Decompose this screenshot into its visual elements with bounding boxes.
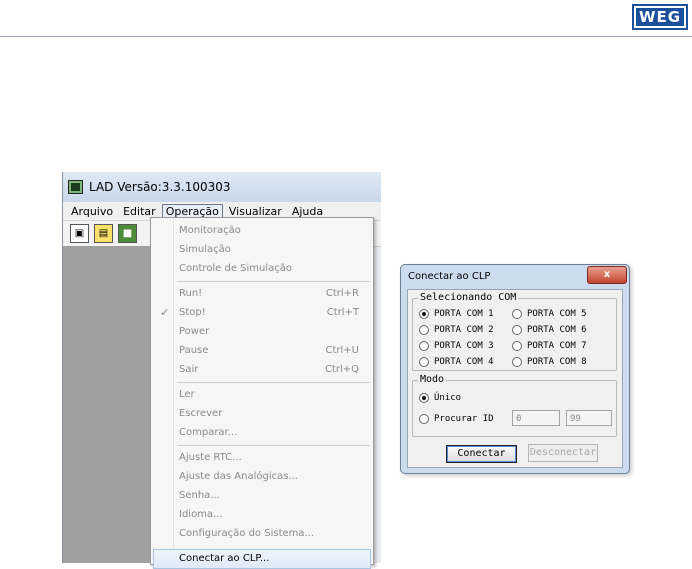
mode-group: Modo Único Procurar ID 0 99	[412, 374, 617, 437]
menu-item-label: Power	[179, 326, 210, 337]
radio-label: PORTA COM 3	[434, 341, 494, 351]
menu-item-label: Senha...	[179, 490, 220, 501]
weg-logo: WEG	[632, 4, 688, 30]
menu-item-shortcut: Ctrl+Q	[324, 364, 359, 375]
radio-porta-com-4[interactable]: PORTA COM 4	[419, 357, 494, 367]
menu-item-shortcut: Ctrl+R	[325, 288, 359, 299]
dialog-title: Conectar ao CLP	[408, 271, 491, 282]
radio-icon	[419, 325, 429, 335]
radio-procurar-id[interactable]: Procurar ID	[419, 414, 494, 424]
menu-item-label: Conectar ao CLP...	[179, 553, 270, 564]
menu-item-sair[interactable]: Sair Ctrl+Q	[151, 360, 373, 379]
menu-item-label: Pause	[179, 345, 209, 356]
radio-label: Procurar ID	[434, 414, 494, 424]
checkmark-icon: ✓	[160, 306, 170, 319]
menu-item-label: Ler	[179, 389, 195, 400]
radio-icon	[419, 309, 429, 319]
radio-icon	[419, 341, 429, 351]
menu-separator	[177, 281, 370, 282]
app-icon	[68, 180, 83, 194]
menu-item-label: Ajuste das Analógicas...	[179, 471, 298, 482]
radio-porta-com-1[interactable]: PORTA COM 1	[419, 309, 494, 319]
header-divider	[0, 36, 692, 37]
menu-item-label: Simulação	[179, 244, 231, 255]
menu-item-label: Stop!	[179, 307, 206, 318]
new-file-icon[interactable]: ▣	[70, 224, 89, 243]
radio-unico[interactable]: Único	[419, 393, 461, 403]
radio-icon	[419, 393, 429, 403]
menu-item-label: Controle de Simulação	[179, 263, 293, 274]
radio-label: PORTA COM 6	[527, 325, 587, 335]
menu-item-ajuste-analogicas[interactable]: Ajuste das Analógicas...	[151, 467, 373, 486]
menu-item-label: Ajuste RTC...	[179, 452, 242, 463]
radio-label: PORTA COM 1	[434, 309, 494, 319]
menu-separator	[177, 445, 370, 446]
radio-icon	[419, 414, 429, 424]
radio-label: PORTA COM 4	[434, 357, 494, 367]
menu-item-monitoracao[interactable]: Monitoração	[151, 221, 373, 240]
menu-item-shortcut: Ctrl+T	[326, 307, 359, 318]
id-to-field[interactable]: 99	[566, 410, 612, 426]
logo-text: WEG	[638, 8, 682, 26]
menu-item-pause[interactable]: Pause Ctrl+U	[151, 341, 373, 360]
radio-label: PORTA COM 5	[527, 309, 587, 319]
radio-icon	[512, 341, 522, 351]
open-folder-icon[interactable]: ▤	[94, 224, 113, 243]
menu-item-simulacao[interactable]: Simulação	[151, 240, 373, 259]
menu-item-stop[interactable]: ✓ Stop! Ctrl+T	[151, 303, 373, 322]
menu-item-power[interactable]: Power	[151, 322, 373, 341]
menu-arquivo[interactable]: Arquivo	[67, 204, 117, 219]
radio-porta-com-3[interactable]: PORTA COM 3	[419, 341, 494, 351]
menu-item-senha[interactable]: Senha...	[151, 486, 373, 505]
com-group-label: Selecionando COM	[418, 292, 519, 303]
radio-porta-com-8[interactable]: PORTA COM 8	[512, 357, 587, 367]
menu-item-configuracao-sistema[interactable]: Configuração do Sistema...	[151, 524, 373, 543]
menu-item-label: Escrever	[179, 408, 223, 419]
save-icon[interactable]: ■	[118, 224, 137, 243]
menu-item-label: Sair	[179, 364, 199, 375]
radio-label: PORTA COM 8	[527, 357, 587, 367]
window-title: LAD Versão:3.3.100303	[89, 180, 231, 194]
menu-item-label: Run!	[179, 288, 203, 299]
menu-item-conectar-clp[interactable]: Conectar ao CLP...	[153, 549, 371, 569]
window-titlebar: LAD Versão:3.3.100303	[63, 172, 381, 202]
radio-label: Único	[434, 393, 462, 403]
com-group: Selecionando COM PORTA COM 1 PORTA COM 2…	[412, 292, 617, 371]
menu-item-comparar[interactable]: Comparar...	[151, 423, 373, 442]
radio-porta-com-7[interactable]: PORTA COM 7	[512, 341, 587, 351]
menu-item-label: Comparar...	[179, 427, 238, 438]
mode-group-label: Modo	[418, 374, 447, 385]
menu-item-ler[interactable]: Ler	[151, 385, 373, 404]
radio-icon	[512, 309, 522, 319]
radio-porta-com-5[interactable]: PORTA COM 5	[512, 309, 587, 319]
menu-item-ajuste-rtc[interactable]: Ajuste RTC...	[151, 448, 373, 467]
radio-porta-com-6[interactable]: PORTA COM 6	[512, 325, 587, 335]
menu-item-controle-simulacao[interactable]: Controle de Simulação	[151, 259, 373, 278]
menu-item-label: Monitoração	[179, 225, 241, 236]
menu-item-escrever[interactable]: Escrever	[151, 404, 373, 423]
disconnect-button[interactable]: Desconectar	[528, 444, 598, 462]
operacao-dropdown: Monitoração Simulação Controle de Simula…	[150, 217, 374, 569]
close-button[interactable]: x	[587, 266, 627, 284]
radio-icon	[512, 325, 522, 335]
menu-item-label: Configuração do Sistema...	[179, 528, 315, 539]
dialog-body: Selecionando COM PORTA COM 1 PORTA COM 2…	[407, 289, 623, 468]
menu-item-run[interactable]: Run! Ctrl+R	[151, 284, 373, 303]
id-from-field[interactable]: 0	[512, 410, 560, 426]
radio-icon	[512, 357, 522, 367]
menu-item-label: Idioma...	[179, 509, 223, 520]
radio-porta-com-2[interactable]: PORTA COM 2	[419, 325, 494, 335]
menu-item-idioma[interactable]: Idioma...	[151, 505, 373, 524]
radio-label: PORTA COM 7	[527, 341, 587, 351]
work-area	[63, 246, 151, 563]
radio-icon	[419, 357, 429, 367]
menu-separator	[177, 382, 370, 383]
radio-label: PORTA COM 2	[434, 325, 494, 335]
connect-button[interactable]: Conectar	[446, 445, 517, 463]
conectar-clp-dialog: Conectar ao CLP x Selecionando COM PORTA…	[400, 264, 630, 474]
menu-item-shortcut: Ctrl+U	[325, 345, 360, 356]
